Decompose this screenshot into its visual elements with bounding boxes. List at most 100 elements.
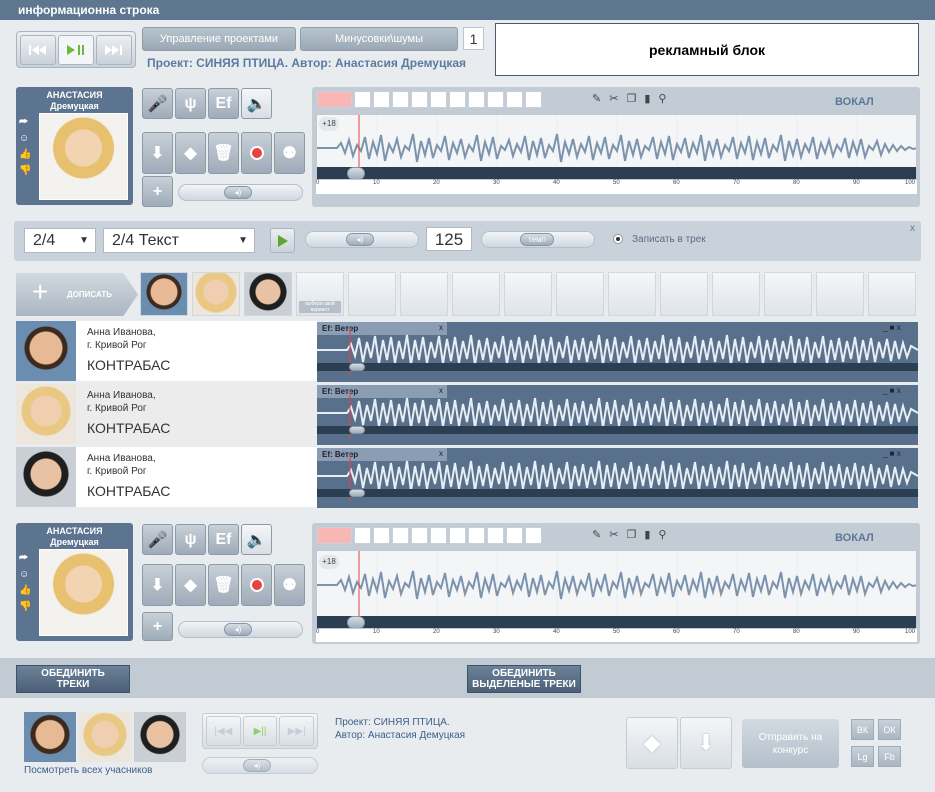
lg-button[interactable]: Lg <box>851 746 874 767</box>
participant-avatar[interactable] <box>140 272 188 316</box>
segment-cell[interactable] <box>449 527 466 544</box>
track-waveform[interactable]: Ef: Ветер x _ ■ x 0102030405060708090100 <box>317 322 918 382</box>
record-button[interactable] <box>241 564 272 606</box>
group-icon[interactable]: ☺ <box>19 131 31 147</box>
track-waveform[interactable]: Ef: Ветер x _ ■ x 0102030405060708090100 <box>317 448 918 508</box>
play-pause-button[interactable]: ▶|| <box>242 716 278 746</box>
thumb-up-icon[interactable]: 👍 <box>19 583 31 599</box>
rewind-button[interactable] <box>20 34 56 65</box>
zoom-icon[interactable]: ⚲ <box>658 528 666 541</box>
send-to-contest-button[interactable]: Отправить на конкурс <box>742 719 839 768</box>
close-icon[interactable]: x <box>910 223 915 234</box>
download-button[interactable]: ⬇ <box>142 564 173 606</box>
share-icon[interactable]: ⮫ <box>19 115 31 131</box>
scissors-icon[interactable]: ✂ <box>609 92 618 105</box>
participant-avatar[interactable] <box>244 272 292 316</box>
rewind-button[interactable]: |◀◀ <box>206 716 241 746</box>
tempo-slider[interactable]: темп <box>481 231 595 248</box>
merge-tracks-button[interactable]: ОБЕДИНИТЬ ТРЕКИ <box>16 665 130 693</box>
track-row[interactable]: Анна Иванова, г. Кривой Рог КОНТРАБАС <box>16 321 317 381</box>
scroll-knob[interactable] <box>347 616 365 628</box>
segment-cell[interactable] <box>487 91 504 108</box>
thumb-down-icon[interactable]: 👎 <box>19 599 31 615</box>
empty-avatar[interactable] <box>608 272 656 316</box>
empty-avatar[interactable] <box>868 272 916 316</box>
volume-slider[interactable]: ◂) <box>178 621 303 638</box>
segment-cell-active[interactable] <box>317 91 352 108</box>
paste-icon[interactable]: ▮ <box>644 528 650 541</box>
close-effect-icon[interactable]: x <box>439 323 443 332</box>
segment-cell[interactable] <box>411 527 428 544</box>
volume-button[interactable]: 🔈 <box>241 88 272 119</box>
empty-avatar[interactable] <box>504 272 552 316</box>
see-all-link[interactable]: Посмотреть всех учасников <box>24 765 152 776</box>
add-button[interactable]: + <box>142 612 173 641</box>
slider-knob[interactable]: ◂) <box>346 233 374 246</box>
close-effect-icon[interactable]: x <box>439 386 443 395</box>
erase-button[interactable]: ◆ <box>175 564 206 606</box>
record-to-track-radio[interactable] <box>613 234 623 244</box>
segment-cell[interactable] <box>506 91 523 108</box>
copy-icon[interactable]: ❐ <box>626 92 636 105</box>
empty-avatar[interactable] <box>452 272 500 316</box>
usb-button[interactable]: ψ <box>175 88 206 119</box>
waveform-scrollbar[interactable] <box>317 167 916 179</box>
segment-cell[interactable] <box>411 91 428 108</box>
waveform[interactable]: +18 <box>316 550 917 629</box>
segment-cell[interactable] <box>468 527 485 544</box>
participant-thumb[interactable] <box>79 712 131 762</box>
forward-button[interactable] <box>96 34 132 65</box>
play-pause-button[interactable] <box>58 34 94 65</box>
participant-thumb[interactable] <box>134 712 186 762</box>
empty-avatar[interactable] <box>764 272 812 316</box>
thumb-up-icon[interactable]: 👍 <box>19 147 31 163</box>
segment-cell[interactable] <box>487 527 504 544</box>
segment-cell-active[interactable] <box>317 527 352 544</box>
download-button[interactable]: ⬇ <box>142 132 173 174</box>
volume-slider[interactable]: ◂) <box>178 184 303 201</box>
ad-block[interactable]: рекламный блок <box>495 23 919 76</box>
window-controls-icon[interactable]: _ ■ x <box>883 323 901 332</box>
track-scrollbar[interactable] <box>317 363 918 371</box>
time-signature-select[interactable]: 2/4 ▼ <box>24 228 96 253</box>
empty-avatar[interactable] <box>556 272 604 316</box>
segment-cell[interactable] <box>525 527 542 544</box>
footer-download-button[interactable]: ⬇ <box>680 717 732 769</box>
add-button[interactable]: + <box>142 176 173 207</box>
add-users-button[interactable]: ⚉ <box>274 132 305 174</box>
erase-button[interactable]: ◆ <box>175 132 206 174</box>
empty-avatar[interactable] <box>348 272 396 316</box>
segment-cell[interactable] <box>354 527 371 544</box>
group-icon[interactable]: ☺ <box>19 567 31 583</box>
mic-button[interactable]: 🎤 <box>142 524 173 555</box>
track-scrollbar[interactable] <box>317 426 918 434</box>
volume-button[interactable]: 🔈 <box>241 524 272 555</box>
segment-cell[interactable] <box>468 91 485 108</box>
track-row[interactable]: Анна Иванова, г. Кривой Рог КОНТРАБАС <box>16 447 317 507</box>
segment-cell[interactable] <box>430 527 447 544</box>
segment-cell[interactable] <box>506 527 523 544</box>
segment-cell[interactable] <box>430 91 447 108</box>
ok-button[interactable]: ОК <box>878 719 901 740</box>
segment-cell[interactable] <box>449 91 466 108</box>
tempo-knob[interactable]: темп <box>520 233 554 246</box>
segment-cell[interactable] <box>354 91 371 108</box>
slider-knob[interactable]: ◂) <box>243 759 271 772</box>
delete-button[interactable]: 🗑 <box>208 132 239 174</box>
tempo-value[interactable]: 125 <box>426 227 472 251</box>
close-effect-icon[interactable]: x <box>439 449 443 458</box>
slider-knob[interactable]: ◂) <box>224 623 252 636</box>
add-participant-button[interactable]: + ДОПИСАТЬ <box>16 273 138 316</box>
track-row[interactable]: Анна Иванова, г. Кривой Рог КОНТРАБАС <box>16 384 317 444</box>
segment-cell[interactable] <box>373 527 390 544</box>
segment-cell[interactable] <box>392 527 409 544</box>
scroll-knob[interactable] <box>349 363 365 371</box>
empty-avatar[interactable] <box>660 272 708 316</box>
empty-avatar[interactable] <box>712 272 760 316</box>
mic-button[interactable]: 🎤 <box>142 88 173 119</box>
scroll-knob[interactable] <box>349 489 365 497</box>
track-waveform[interactable]: Ef: Ветер x _ ■ x 0102030405060708090100 <box>317 385 918 445</box>
slider-knob[interactable]: ◂) <box>224 186 252 199</box>
record-button[interactable] <box>241 132 272 174</box>
segment-cell[interactable] <box>525 91 542 108</box>
